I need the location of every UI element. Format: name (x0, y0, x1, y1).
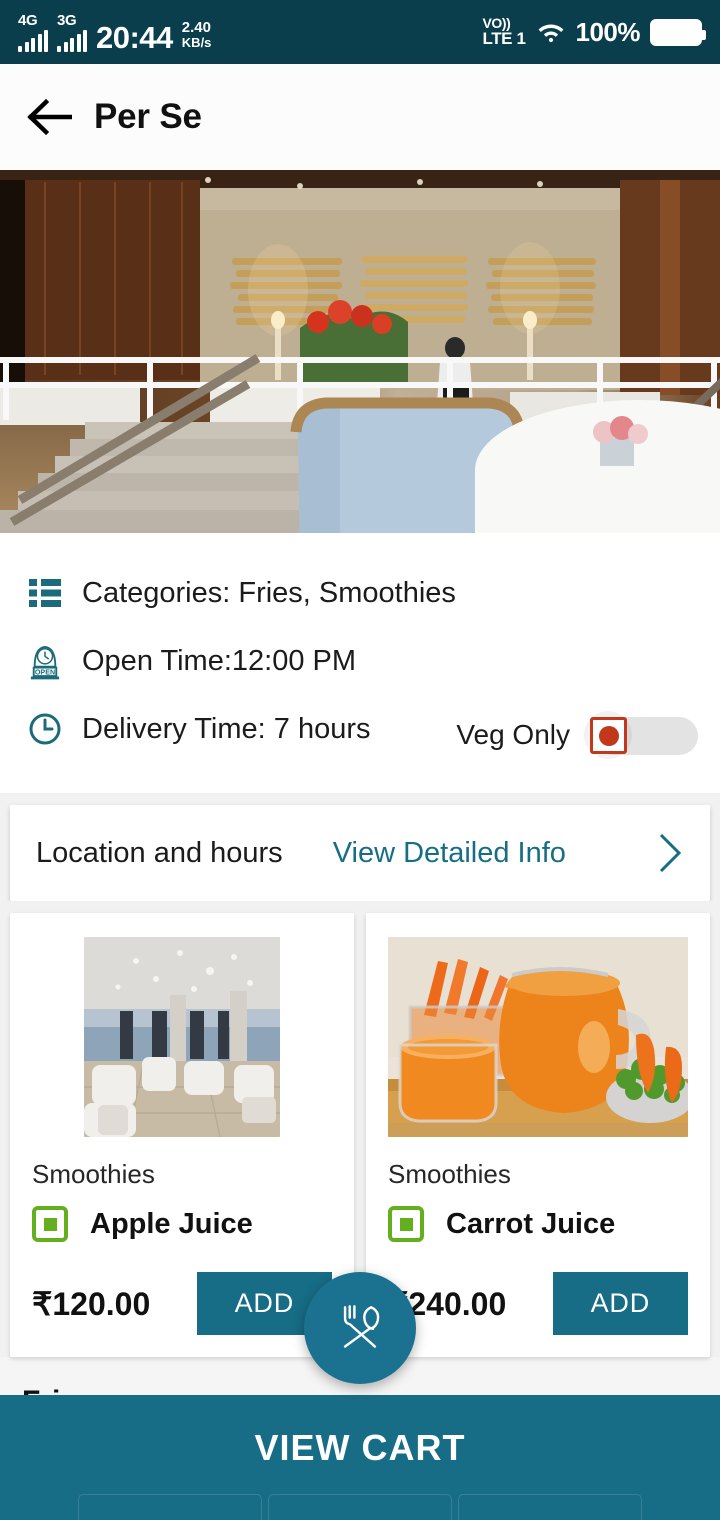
volte-top-label: VO)) (482, 14, 511, 31)
signal-4g-label: 4G (18, 11, 38, 29)
product-name: Apple Juice (90, 1207, 253, 1240)
product-price-row: ₹120.00 ADD (32, 1272, 332, 1335)
network-speed-value: 2.40 (181, 19, 211, 37)
status-bar-left: 4G 3G 20:44 2.40 KB/s (18, 13, 212, 55)
status-bar: 4G 3G 20:44 2.40 KB/s VO)) LTE 1 100% (0, 0, 720, 64)
product-name-row: Carrot Juice (388, 1206, 688, 1242)
product-category-label: Smoothies (32, 1159, 155, 1189)
restaurant-banner-image (0, 170, 720, 533)
product-category-label: Smoothies (388, 1159, 511, 1189)
veg-only-label: Veg Only (456, 719, 570, 750)
product-price: ₹120.00 (32, 1285, 151, 1322)
volte-bottom-label: LTE 1 (482, 29, 526, 49)
battery-percent-label: 100% (575, 16, 641, 47)
clock-icon (26, 710, 64, 748)
menu-fab-button[interactable] (304, 1272, 416, 1384)
open-time-label: Open Time:12:00 PM (82, 644, 357, 677)
categories-label: Categories: Fries, Smoothies (82, 576, 456, 609)
product-name-row: Apple Juice (32, 1206, 332, 1242)
product-card-carrot-juice[interactable]: Smoothies Carrot Juice ₹240.00 ADD (366, 913, 710, 1357)
location-card-title: Location and hours (36, 836, 283, 869)
signal-4g-bars (18, 29, 48, 52)
delivery-time-label: Delivery Time: 7 hours (82, 712, 371, 745)
page-title: Per Se (94, 97, 202, 136)
signal-3g-bars (57, 29, 87, 52)
view-cart-label: VIEW CART (254, 1427, 466, 1468)
status-bar-clock: 20:44 (96, 19, 173, 55)
back-arrow-icon[interactable] (26, 97, 73, 137)
veg-indicator-icon (388, 1206, 424, 1242)
view-detailed-info-link[interactable]: View Detailed Info (333, 837, 566, 870)
volte-indicator: VO)) LTE 1 (482, 16, 525, 49)
status-bar-right: VO)) LTE 1 100% (482, 16, 706, 49)
restaurant-info-block: Categories: Fries, Smoothies OPEN Open T… (0, 533, 720, 793)
system-nav-hints (0, 1494, 720, 1520)
signal-4g: 4G (18, 13, 48, 52)
veg-indicator-icon (32, 1206, 68, 1242)
location-card-wrapper: Location and hours View Detailed Info (0, 793, 720, 901)
categories-row: Categories: Fries, Smoothies (0, 559, 720, 627)
location-and-hours-card[interactable]: Location and hours View Detailed Info (10, 805, 710, 901)
signal-3g-label: 3G (57, 11, 77, 29)
product-thumbnail-carrot-juice (388, 937, 688, 1137)
battery-full-icon (650, 18, 706, 46)
veg-only-toggle-group[interactable]: Veg Only (456, 711, 698, 759)
signal-3g: 3G (57, 13, 87, 52)
app-screen: 4G 3G 20:44 2.40 KB/s VO)) LTE 1 100% Pe… (0, 0, 720, 1520)
veg-only-switch[interactable] (584, 711, 698, 759)
chevron-right-icon[interactable] (656, 831, 684, 875)
fork-and-spoon-icon (332, 1298, 388, 1359)
wifi-icon (536, 20, 566, 44)
product-card-apple-juice[interactable]: Smoothies Apple Juice ₹120.00 ADD (10, 913, 354, 1357)
open-time-row: OPEN Open Time:12:00 PM (0, 627, 720, 695)
network-speed-unit: KB/s (181, 34, 212, 50)
product-price-row: ₹240.00 ADD (388, 1272, 688, 1335)
product-name: Carrot Juice (446, 1207, 616, 1240)
list-categories-icon (26, 574, 64, 612)
app-bar: Per Se (0, 64, 720, 170)
add-to-cart-button[interactable]: ADD (552, 1272, 688, 1335)
svg-text:OPEN: OPEN (35, 668, 55, 676)
open-sign-clock-icon: OPEN (26, 642, 64, 680)
network-speed-indicator: 2.40 KB/s (182, 20, 212, 49)
view-cart-bar[interactable]: VIEW CART (0, 1395, 720, 1520)
product-thumbnail-apple-juice (32, 937, 332, 1137)
nonveg-indicator-icon (590, 717, 627, 754)
